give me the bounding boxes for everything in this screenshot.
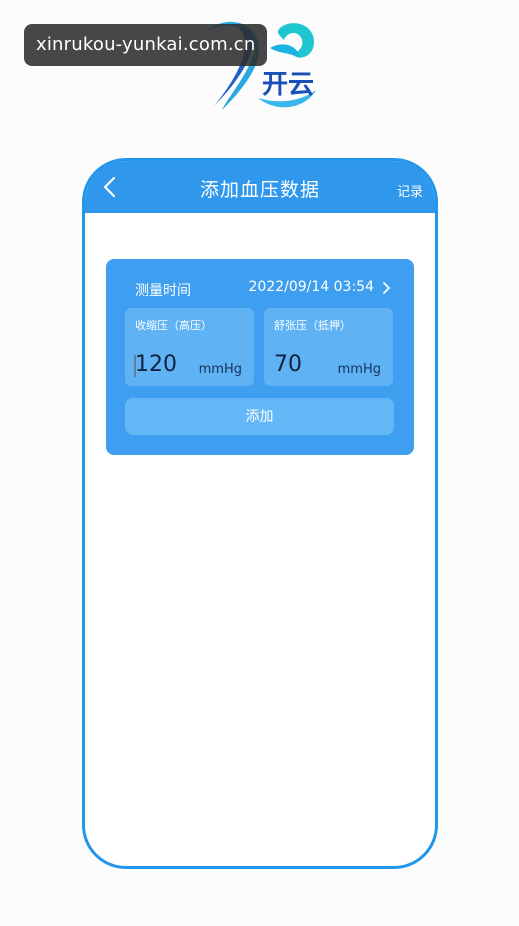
app-screen: xinrukou-yunkai.com.cn 开云 添加血压数据 记录 测量时间…	[0, 0, 519, 926]
measure-time-label: 测量时间	[135, 283, 191, 299]
systolic-label: 收缩压（高压）	[135, 319, 212, 332]
watermark: xinrukou-yunkai.com.cn	[24, 24, 268, 66]
page-title: 添加血压数据	[199, 179, 320, 201]
phone-screen: 添加血压数据 记录 测量时间 2022/09/14 03:54 收缩压（高压） …	[82, 158, 438, 869]
diastolic-field[interactable]: 舒张压（抵押） 70 mmHg	[264, 308, 393, 386]
blood-pressure-form-card: 测量时间 2022/09/14 03:54 收缩压（高压） 120 mmHg 舒…	[106, 259, 414, 455]
measure-time-row[interactable]: 测量时间 2022/09/14 03:54	[106, 277, 414, 299]
navigation-bar: 添加血压数据 记录	[85, 161, 435, 213]
chevron-right-icon[interactable]	[381, 281, 391, 295]
systolic-unit: mmHg	[198, 362, 242, 377]
diastolic-label: 舒张压（抵押）	[274, 319, 351, 332]
measure-time-value[interactable]: 2022/09/14 03:54	[249, 279, 375, 295]
diastolic-unit: mmHg	[337, 362, 381, 377]
systolic-input[interactable]: 120	[135, 352, 177, 377]
add-button[interactable]: 添加	[125, 398, 394, 435]
records-link[interactable]: 记录	[397, 181, 423, 200]
systolic-field[interactable]: 收缩压（高压） 120 mmHg	[125, 308, 254, 386]
brand-logo-text: 开云	[262, 70, 315, 100]
diastolic-input[interactable]: 70	[274, 352, 302, 377]
